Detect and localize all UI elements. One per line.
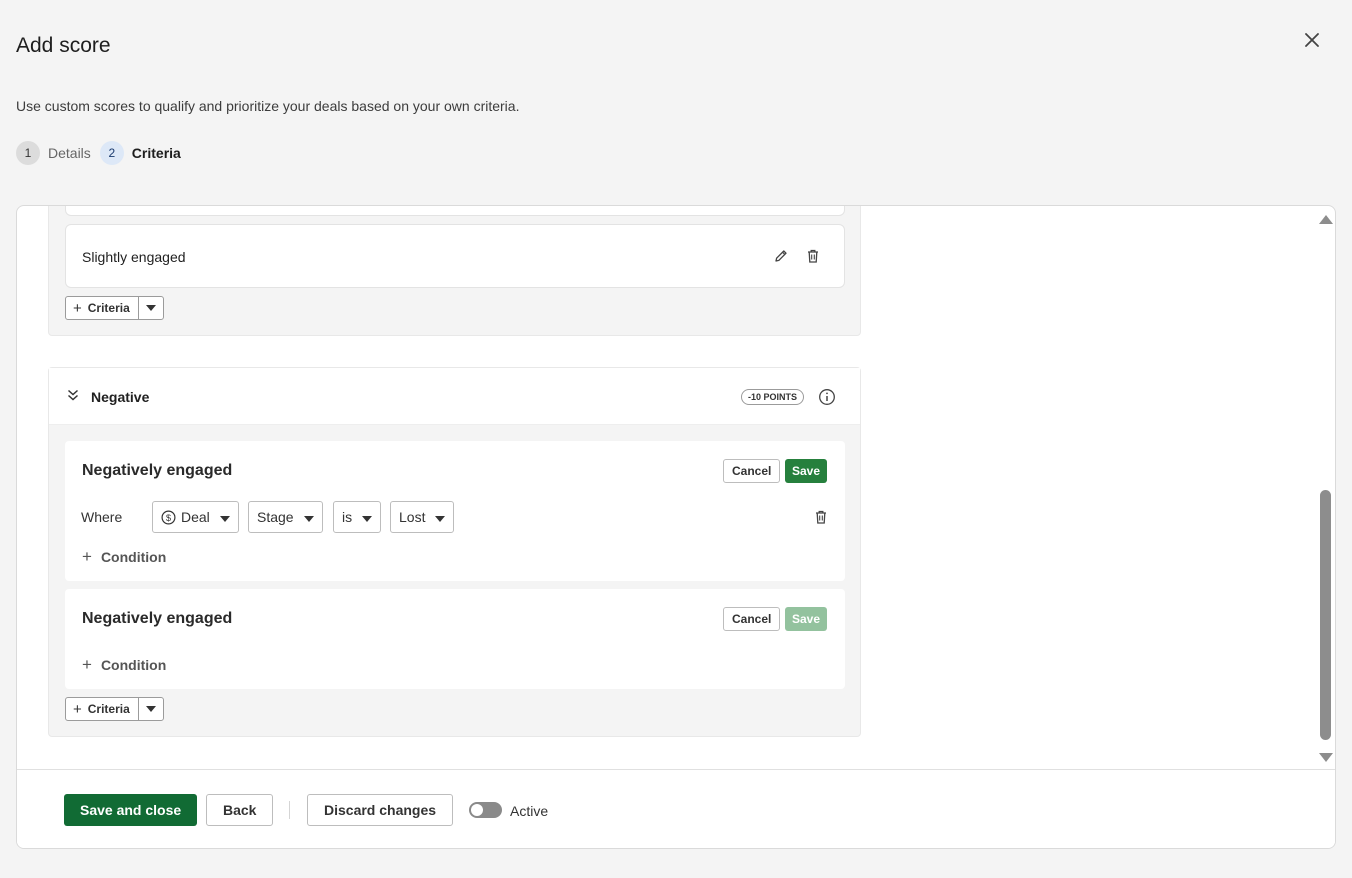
trash-icon[interactable] — [810, 506, 832, 528]
operator-select[interactable]: is — [333, 501, 382, 533]
active-toggle[interactable] — [469, 802, 502, 818]
close-icon[interactable] — [1300, 28, 1324, 52]
footer-bar: Save and close Back Discard changes Acti… — [17, 769, 1335, 848]
dollar-icon: $ — [161, 509, 176, 525]
group-header: Negative -10 POINTS — [49, 368, 860, 425]
criteria-edit-card: Negatively engaged Cancel Save + Conditi… — [65, 589, 845, 689]
add-criteria-split-button: + Criteria — [65, 296, 164, 320]
add-criteria-button[interactable]: + Criteria — [66, 297, 139, 319]
field-select-value: Stage — [257, 509, 294, 525]
save-button[interactable]: Save — [785, 459, 828, 483]
criteria-edit-card: Negatively engaged Cancel Save Where $ D… — [65, 441, 845, 581]
modal-title: Add score — [16, 34, 111, 57]
modal-subtitle: Use custom scores to qualify and priorit… — [16, 98, 520, 114]
plus-icon: + — [73, 299, 82, 317]
active-label: Active — [510, 803, 549, 819]
add-condition-label: Condition — [100, 657, 167, 673]
value-select[interactable]: Lost — [390, 501, 455, 533]
back-button[interactable]: Back — [206, 794, 274, 826]
step-1-number[interactable]: 1 — [16, 141, 40, 165]
scroll-up-arrow-icon[interactable] — [1318, 212, 1334, 230]
stepper: 1 Details 2 Criteria — [16, 141, 190, 165]
criteria-title: Negatively engaged — [82, 610, 233, 627]
criteria-title: Negatively engaged — [82, 462, 233, 479]
svg-text:$: $ — [166, 513, 171, 523]
add-criteria-button[interactable]: + Criteria — [66, 698, 139, 720]
discard-changes-button[interactable]: Discard changes — [307, 794, 454, 826]
step-2-number[interactable]: 2 — [99, 141, 124, 165]
group-name: Negative — [91, 389, 150, 405]
plus-icon: + — [73, 700, 82, 718]
criteria-group-negative: Negative -10 POINTS Negatively engaged C… — [48, 367, 861, 737]
step-2-label[interactable]: Criteria — [132, 145, 181, 161]
criteria-card-label: Slightly engaged — [82, 249, 186, 265]
scrollbar-thumb[interactable] — [1320, 490, 1331, 740]
points-badge: -10 POINTS — [741, 389, 805, 405]
chevron-down-icon[interactable] — [139, 698, 163, 720]
add-condition-button[interactable]: + Condition — [82, 655, 166, 675]
operator-select-value: is — [342, 509, 353, 525]
step-1-label[interactable]: Details — [48, 145, 91, 161]
cancel-button[interactable]: Cancel — [723, 459, 781, 483]
chevron-down-icon — [362, 509, 373, 525]
add-condition-label: Condition — [100, 549, 167, 565]
toggle-knob — [471, 804, 483, 816]
entity-select[interactable]: $ Deal — [152, 501, 239, 533]
chevron-down-icon — [219, 509, 230, 525]
trash-icon[interactable] — [802, 245, 824, 267]
plus-icon: + — [82, 547, 92, 566]
criteria-scroll-area[interactable]: Slightly engaged + Criteria Negative -10… — [17, 206, 1335, 769]
divider — [289, 801, 290, 819]
vertical-scrollbar[interactable] — [1316, 206, 1335, 769]
add-criteria-split-button: + Criteria — [65, 697, 164, 721]
chevron-down-icon[interactable] — [139, 297, 163, 319]
chevron-down-icon — [435, 509, 446, 525]
plus-icon: + — [82, 655, 92, 674]
value-select-value: Lost — [399, 509, 426, 525]
criteria-card-partial — [65, 206, 845, 216]
save-and-close-button[interactable]: Save and close — [64, 794, 198, 826]
save-button[interactable]: Save — [785, 607, 828, 631]
add-criteria-label: Criteria — [87, 301, 130, 315]
field-select[interactable]: Stage — [248, 501, 323, 533]
cancel-button[interactable]: Cancel — [723, 607, 781, 631]
add-condition-button[interactable]: + Condition — [82, 547, 166, 567]
scroll-down-arrow-icon[interactable] — [1318, 751, 1334, 769]
pencil-icon[interactable] — [770, 245, 792, 267]
entity-select-value: Deal — [181, 509, 210, 525]
chevron-down-icon — [303, 509, 314, 525]
collapse-chevron-icon[interactable] — [67, 388, 79, 406]
info-icon[interactable] — [818, 388, 836, 411]
add-criteria-label: Criteria — [87, 702, 130, 716]
where-label: Where — [81, 509, 123, 525]
criteria-group-top: Slightly engaged + Criteria — [48, 206, 861, 336]
criteria-panel: Slightly engaged + Criteria Negative -10… — [16, 205, 1336, 849]
criteria-card: Slightly engaged — [65, 224, 845, 288]
